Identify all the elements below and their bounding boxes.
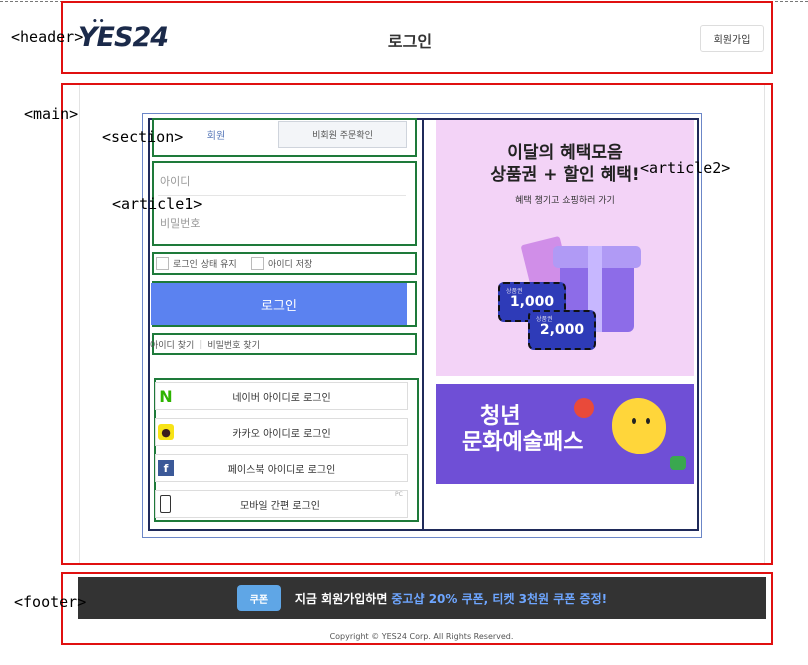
keep-login-checkbox[interactable]: 로그인 상태 유지 xyxy=(156,255,237,271)
facebook-login-label: 페이스북 아이디로 로그인 xyxy=(227,464,336,476)
flower-illustration xyxy=(574,398,594,418)
kakao-icon: ● xyxy=(158,424,174,440)
id-input[interactable]: 아이디 xyxy=(158,166,406,196)
checkbox-box[interactable] xyxy=(156,256,169,270)
naver-login-label: 네이버 아이디로 로그인 xyxy=(232,392,331,404)
coupon-2000: 상품권 2,000 xyxy=(528,310,596,350)
naver-login-button[interactable]: N 네이버 아이디로 로그인 xyxy=(155,382,408,410)
facebook-icon: f xyxy=(158,460,174,476)
kakao-login-label: 카카오 아이디로 로그인 xyxy=(232,428,331,440)
article2-annotation: <article2> xyxy=(640,159,731,177)
naver-icon: N xyxy=(158,386,174,406)
coupon-2000-value: 2,000 xyxy=(539,322,585,338)
save-id-label: 아이디 저장 xyxy=(268,259,313,270)
link-separator: | xyxy=(199,339,203,350)
green-sticker-illustration xyxy=(670,456,686,470)
mobile-login-label: 모바일 간편 로그인 xyxy=(240,500,320,512)
mobile-login-button[interactable]: 모바일 간편 로그인 xyxy=(155,490,408,518)
promo-highlight: 중고샵 20% 쿠폰, 티켓 3천원 쿠폰 증정! xyxy=(391,591,608,606)
header-annotation: <header> xyxy=(11,28,84,46)
login-button[interactable]: 로그인 xyxy=(151,283,407,325)
article1-annotation: <article1> xyxy=(112,195,203,213)
youth-pass-line2: 문화예술패스 xyxy=(462,430,584,455)
coupon-tag: 상품권 xyxy=(506,288,523,295)
mascot-eye xyxy=(632,418,636,424)
find-password-link[interactable]: 비밀번호 찾기 xyxy=(207,338,260,351)
footer-annotation: <footer> xyxy=(14,593,87,611)
find-links: 아이디 찾기 | 비밀번호 찾기 xyxy=(150,338,260,352)
mobile-phone-icon xyxy=(160,495,171,513)
coupon-1000-value: 1,000 xyxy=(509,294,555,310)
mascot-illustration xyxy=(612,398,666,454)
logo-dots: •• xyxy=(92,17,106,27)
facebook-login-button[interactable]: f 페이스북 아이디로 로그인 xyxy=(155,454,408,482)
mascot-eye xyxy=(646,418,650,424)
tab-guest-order[interactable]: 비회원 주문확인 xyxy=(278,121,407,148)
benefits-banner-subtitle: 혜택 챙기고 쇼핑하러 가기 xyxy=(515,196,615,206)
signup-button[interactable]: 회원가입 xyxy=(700,25,764,52)
find-id-link[interactable]: 아이디 찾기 xyxy=(150,338,194,351)
kakao-login-button[interactable]: ● 카카오 아이디로 로그인 xyxy=(155,418,408,446)
pc-badge: PC xyxy=(395,491,403,498)
save-id-checkbox[interactable]: 아이디 저장 xyxy=(251,255,312,271)
checkbox-box[interactable] xyxy=(251,256,264,270)
main-annotation: <main> xyxy=(24,105,79,123)
youth-pass-title: 청년 문화예술패스 xyxy=(462,404,583,456)
coupon-tag: 상품권 xyxy=(536,316,553,323)
youth-culture-pass-banner[interactable]: 청년 문화예술패스 xyxy=(436,384,694,484)
signup-promo-bar[interactable]: 쿠폰 지금 회원가입하면 중고샵 20% 쿠폰, 티켓 3천원 쿠폰 증정! xyxy=(78,577,766,619)
youth-pass-line1: 청년 xyxy=(480,404,521,429)
section-annotation: <section> xyxy=(102,128,184,146)
promo-prefix: 지금 회원가입하면 xyxy=(294,591,388,606)
page-title: 로그인 xyxy=(387,32,433,51)
keep-login-label: 로그인 상태 유지 xyxy=(173,259,237,270)
coupon-icon: 쿠폰 xyxy=(236,585,281,611)
copyright: Copyright © YES24 Corp. All Rights Reser… xyxy=(329,632,514,641)
